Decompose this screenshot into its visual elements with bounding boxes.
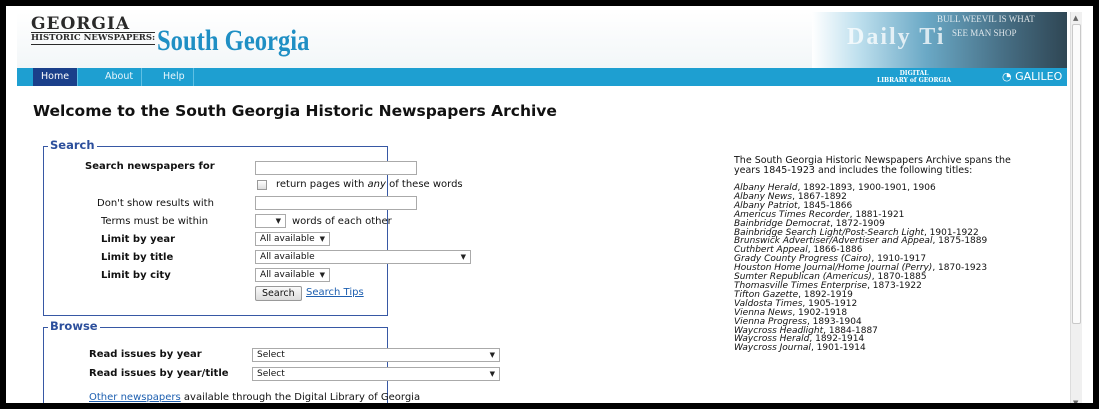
newspaper-titles-list: Albany Herald, 1892-1893, 1900-1901, 190…	[734, 184, 1034, 353]
search-tips-link[interactable]: Search Tips	[306, 287, 364, 298]
newspaper-title-years: , 1875-1889	[932, 236, 988, 247]
city-limit-value: All available	[260, 270, 315, 280]
browse-year-title-value: Select	[257, 369, 285, 379]
any-words-text: return pages with	[276, 179, 368, 190]
search-words-input[interactable]	[255, 161, 417, 175]
nav-help[interactable]: Help	[155, 68, 194, 86]
browse-year-title-select[interactable]: Select ▼	[252, 367, 500, 381]
dlg-logo-line: DIGITAL	[899, 70, 929, 77]
browse-year-value: Select	[257, 350, 285, 360]
nav-about[interactable]: About	[97, 68, 143, 86]
chevron-down-icon: ▼	[489, 351, 495, 359]
browse-year-title-label: Read issues by year/title	[89, 368, 229, 379]
nav-home[interactable]: Home	[33, 68, 79, 86]
browse-year-label: Read issues by year	[89, 349, 202, 360]
other-newspapers-link[interactable]: Other newspapers	[89, 392, 181, 403]
browse-year-select[interactable]: Select ▼	[252, 348, 500, 362]
chevron-down-icon: ▼	[275, 217, 281, 225]
page-title: Welcome to the South Georgia Historic Ne…	[33, 102, 557, 120]
newspaper-title-years: , 1873-1922	[867, 280, 922, 291]
archive-intro: The South Georgia Historic Newspapers Ar…	[734, 155, 1011, 176]
scroll-down-arrow-icon[interactable]: ▼	[1073, 399, 1078, 403]
title-limit-label: Limit by title	[101, 252, 174, 263]
any-words-emphasis: any	[367, 179, 386, 190]
any-words-label: return pages with any of these words	[276, 179, 463, 190]
any-words-checkbox[interactable]	[257, 180, 267, 190]
galileo-logo[interactable]: ◔ GALILEO	[1002, 70, 1062, 83]
proximity-select[interactable]: ▼	[255, 214, 286, 228]
newspaper-title-years: , 1870-1923	[932, 263, 988, 274]
site-title: South Georgia	[157, 24, 310, 57]
archive-description: The South Georgia Historic Newspapers Ar…	[734, 156, 1034, 353]
newspaper-title-years: , 1901-1914	[810, 343, 866, 354]
title-limit-value: All available	[260, 252, 315, 262]
browse-fieldset: Browse Read issues by year Select ▼ Read …	[43, 319, 500, 403]
chevron-down-icon: ▼	[319, 271, 325, 279]
chevron-down-icon: ▼	[489, 370, 495, 378]
chevron-down-icon: ▼	[319, 235, 325, 243]
proximity-label: Terms must be within	[101, 216, 209, 227]
logo-georgia-text: GEORGIA	[31, 14, 131, 34]
exclude-label: Don't show results with	[97, 198, 214, 209]
search-legend: Search	[48, 138, 97, 152]
scrollbar-thumb[interactable]	[1072, 24, 1081, 324]
newspaper-title-name: Waycross Journal	[734, 343, 811, 354]
other-newspapers-text: available through the Digital Library of…	[180, 392, 421, 403]
logo-subtitle-text: HISTORIC NEWSPAPERS:	[31, 32, 156, 45]
vertical-scrollbar[interactable]: ▲ ▼	[1070, 12, 1082, 403]
city-limit-label: Limit by city	[101, 270, 171, 281]
georgia-historic-newspapers-logo[interactable]: GEORGIA HISTORIC NEWSPAPERS:	[31, 14, 156, 45]
any-words-text: of these words	[385, 179, 463, 190]
dlg-logo-line: LIBRARY of GEORGIA	[877, 77, 952, 84]
search-button[interactable]: Search	[255, 286, 302, 301]
newspaper-masthead-image: Daily Ti BULL WEEVIL IS WHAT SEE MAN SHO…	[812, 12, 1067, 68]
search-for-label: Search newspapers for	[85, 161, 215, 172]
year-limit-value: All available	[260, 234, 315, 244]
title-limit-select[interactable]: All available ▼	[255, 250, 471, 264]
scroll-up-arrow-icon[interactable]: ▲	[1073, 14, 1078, 22]
galileo-text: GALILEO	[1015, 70, 1063, 83]
galileo-eye-icon: ◔	[1002, 70, 1012, 83]
year-limit-label: Limit by year	[101, 234, 176, 245]
masthead-headline: SEE MAN SHOP	[952, 28, 1017, 38]
year-limit-select[interactable]: All available ▼	[255, 232, 330, 246]
masthead-headline: BULL WEEVIL IS WHAT	[937, 14, 1035, 24]
exclude-words-input[interactable]	[255, 196, 417, 210]
newspaper-title-item: Waycross Journal, 1901-1914	[734, 344, 1034, 353]
browser-viewport: GEORGIA HISTORIC NEWSPAPERS: South Georg…	[6, 6, 1093, 403]
site-header: GEORGIA HISTORIC NEWSPAPERS: South Georg…	[17, 12, 1067, 86]
chevron-down-icon: ▼	[460, 253, 466, 261]
digital-library-of-georgia-logo[interactable]: DIGITAL LIBRARY of GEORGIA	[877, 70, 951, 84]
browse-legend: Browse	[48, 319, 100, 333]
search-fieldset: Search Search newspapers for return page…	[43, 138, 471, 316]
city-limit-select[interactable]: All available ▼	[255, 268, 330, 282]
other-newspapers-line: Other newspapers available through the D…	[89, 392, 420, 403]
proximity-suffix: words of each other	[292, 216, 392, 227]
masthead-text: Daily Ti	[847, 24, 946, 50]
